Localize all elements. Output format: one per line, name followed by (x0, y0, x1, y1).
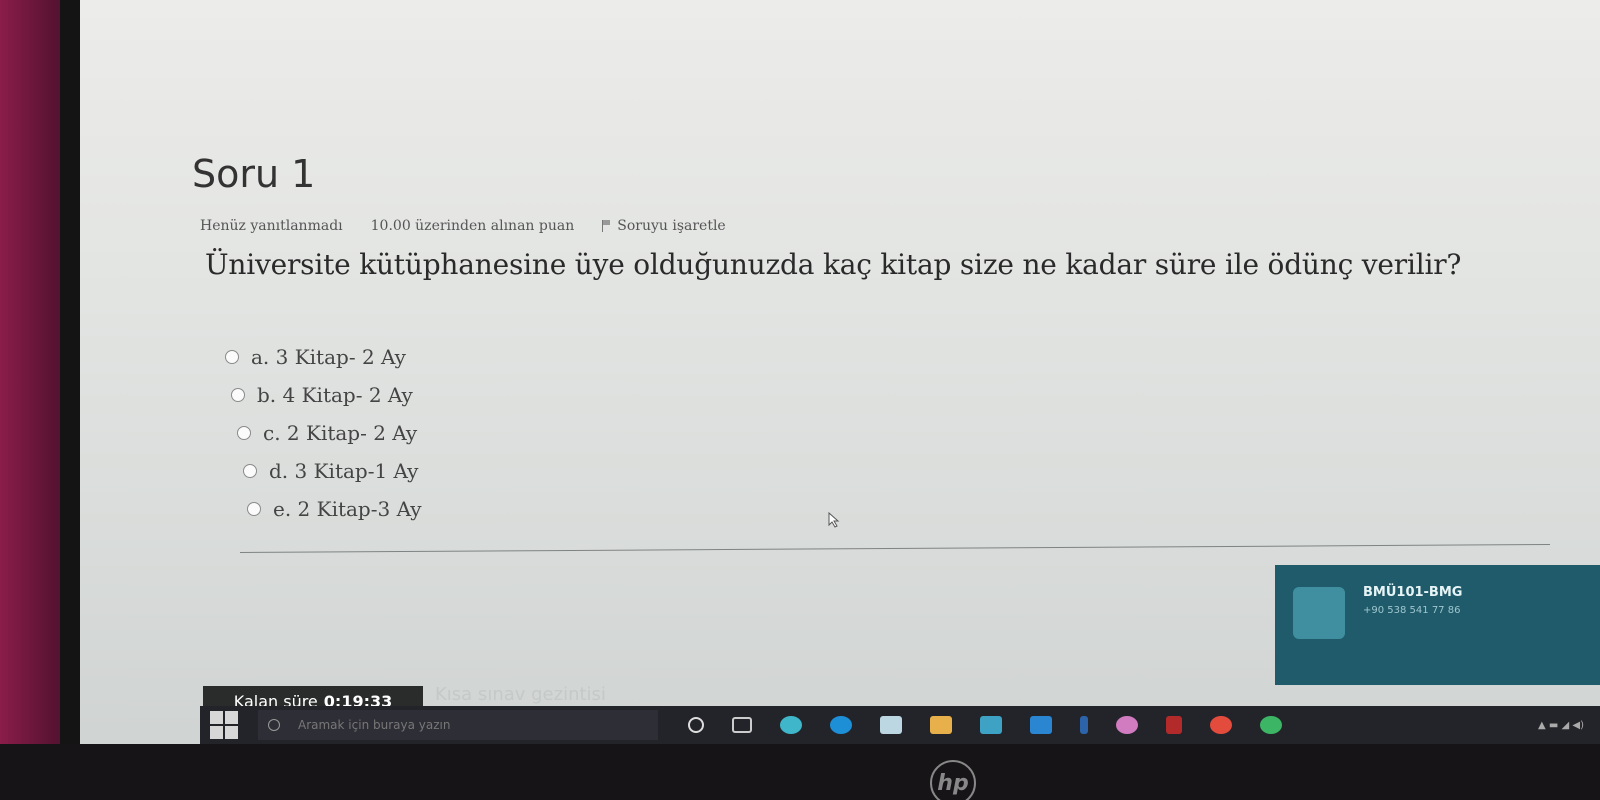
notification-phone: +90 538 541 77 86 (1363, 605, 1461, 616)
explorer-icon[interactable] (880, 716, 902, 734)
mail-icon[interactable] (980, 716, 1002, 734)
radio-button-b[interactable] (231, 388, 245, 402)
answer-label-c: c. 2 Kitap- 2 Ay (263, 421, 418, 445)
answer-option-d[interactable]: d. 3 Kitap-1 Ay (243, 452, 422, 490)
answer-label-e: e. 2 Kitap-3 Ay (273, 497, 422, 521)
word-icon[interactable] (1030, 716, 1052, 734)
mouse-pointer-icon (828, 512, 840, 528)
question-meta: Henüz yanıtlanmadı 10.00 üzerinden alına… (200, 218, 726, 234)
cortana-icon[interactable] (688, 717, 704, 733)
quiz-navigation-link[interactable]: Kısa sınav gezintisi (435, 684, 606, 705)
browser-icon[interactable] (780, 716, 802, 734)
answer-option-b[interactable]: b. 4 Kitap- 2 Ay (231, 376, 422, 414)
answer-option-c[interactable]: c. 2 Kitap- 2 Ay (237, 414, 422, 452)
radio-button-e[interactable] (247, 502, 261, 516)
answer-label-b: b. 4 Kitap- 2 Ay (257, 383, 413, 407)
whatsapp-notification[interactable]: BMÜ101-BMG +90 538 541 77 86 (1275, 565, 1600, 685)
task-view-icon[interactable] (732, 717, 752, 733)
search-placeholder: Aramak için buraya yazın (298, 718, 451, 732)
answer-options: a. 3 Kitap- 2 Ay b. 4 Kitap- 2 Ay c. 2 K… (225, 338, 422, 528)
search-icon (268, 719, 280, 731)
system-tray[interactable]: ▲ ▬ ◢ ◀) (1538, 720, 1584, 731)
question-status: Henüz yanıtlanmadı (200, 218, 343, 234)
media-icon[interactable] (1116, 716, 1138, 734)
store-icon[interactable] (930, 716, 952, 734)
question-points: 10.00 üzerinden alınan puan (370, 218, 575, 234)
question-title: Soru 1 (192, 152, 316, 196)
radio-button-d[interactable] (243, 464, 257, 478)
chrome-icon[interactable] (1210, 716, 1232, 734)
notification-sender: BMÜ101-BMG (1363, 585, 1463, 600)
question-text: Üniversite kütüphanesine üye olduğunuzda… (205, 248, 1462, 281)
flag-question-label: Soruyu işaretle (617, 218, 726, 234)
flag-icon (602, 220, 611, 232)
taskbar-search-input[interactable]: Aramak için buraya yazın (258, 710, 658, 740)
hp-logo: hp (930, 760, 976, 800)
notification-avatar (1293, 587, 1345, 639)
taskbar-apps (688, 716, 1282, 734)
answer-option-e[interactable]: e. 2 Kitap-3 Ay (247, 490, 422, 528)
radio-button-a[interactable] (225, 350, 239, 364)
edge-icon[interactable] (830, 716, 852, 734)
windows-start-icon[interactable] (210, 711, 238, 739)
flag-question-button[interactable]: Soruyu işaretle (602, 218, 726, 234)
taskbar: Aramak için buraya yazın ▲ ▬ ◢ ◀) (200, 706, 1600, 744)
answer-option-a[interactable]: a. 3 Kitap- 2 Ay (225, 338, 422, 376)
whatsapp-icon[interactable] (1260, 716, 1282, 734)
monitor-bezel-bottom (0, 744, 1600, 800)
radio-button-c[interactable] (237, 426, 251, 440)
app-icon[interactable] (1080, 716, 1088, 734)
answer-label-a: a. 3 Kitap- 2 Ay (251, 345, 406, 369)
pdf-icon[interactable] (1166, 716, 1182, 734)
answer-label-d: d. 3 Kitap-1 Ay (269, 459, 419, 483)
